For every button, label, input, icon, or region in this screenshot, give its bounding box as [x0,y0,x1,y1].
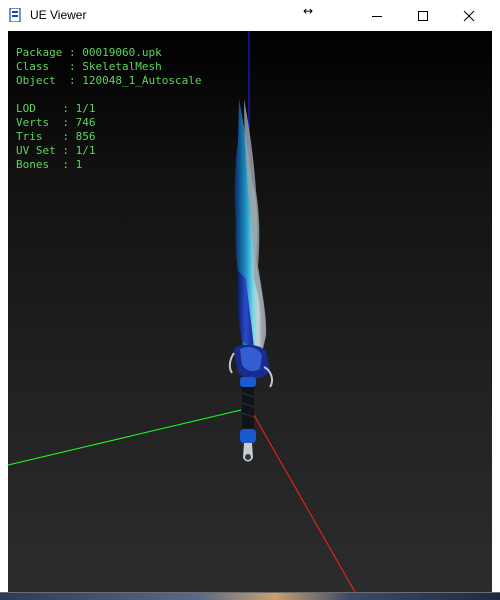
separator: : [69,74,76,87]
separator: : [68,46,76,59]
sword-mesh [228,99,273,462]
separator: : [62,158,69,171]
tris-label: Tris [16,130,43,143]
lod-info-line: LOD : 1/1 [16,102,96,116]
title-bar[interactable]: UE Viewer ↔ [0,0,500,31]
separator: : [62,130,69,143]
uvset-value: 1/1 [75,144,96,157]
lod-label: LOD [16,102,36,115]
3d-viewport[interactable]: Package : 00019060.upk Class : SkeletalM… [8,31,492,592]
verts-info-line: Verts : 746 [16,116,96,130]
separator: : [62,116,69,129]
close-icon [463,10,475,21]
class-info-line: Class : SkeletalMesh [16,60,162,74]
class-value: SkeletalMesh [82,60,162,73]
verts-value: 746 [75,116,96,129]
uvset-info-line: UV Set : 1/1 [16,144,96,158]
ue-viewer-window: UE Viewer ↔ Package: 00019060.upk Class… [0,0,500,592]
minimize-button[interactable] [354,0,400,31]
class-label: Class [16,60,50,73]
object-value: 120048_1_Autoscale [82,74,202,87]
window-title: UE Viewer [30,8,87,22]
resize-cursor-icon: ↔ [303,4,314,18]
bones-value: 1 [75,158,83,171]
axis-y-line [8,409,242,466]
separator: : [62,102,69,115]
minimize-icon [372,15,382,17]
bones-info-line: Bones : 1 [16,158,82,172]
verts-label: Verts [16,116,50,129]
bones-label: Bones [16,158,50,171]
object-label: Object [16,74,56,87]
uvset-label: UV Set [16,144,56,157]
maximize-button[interactable] [400,0,446,31]
lod-value: 1/1 [75,102,96,115]
close-button[interactable] [446,0,492,31]
package-label: Package [16,46,63,59]
separator: : [62,144,69,157]
app-icon [9,8,21,22]
object-info-line: Object : 120048_1_Autoscale [16,74,201,88]
maximize-icon [418,10,428,21]
tris-info-line: Tris : 856 [16,130,96,144]
tris-value: 856 [75,130,96,143]
background-desktop-strip [0,592,500,600]
axis-x-line [250,409,356,592]
package-info-line: Package : 00019060.upk [16,46,162,60]
package-value: 00019060.upk [82,46,162,59]
separator: : [69,60,76,73]
